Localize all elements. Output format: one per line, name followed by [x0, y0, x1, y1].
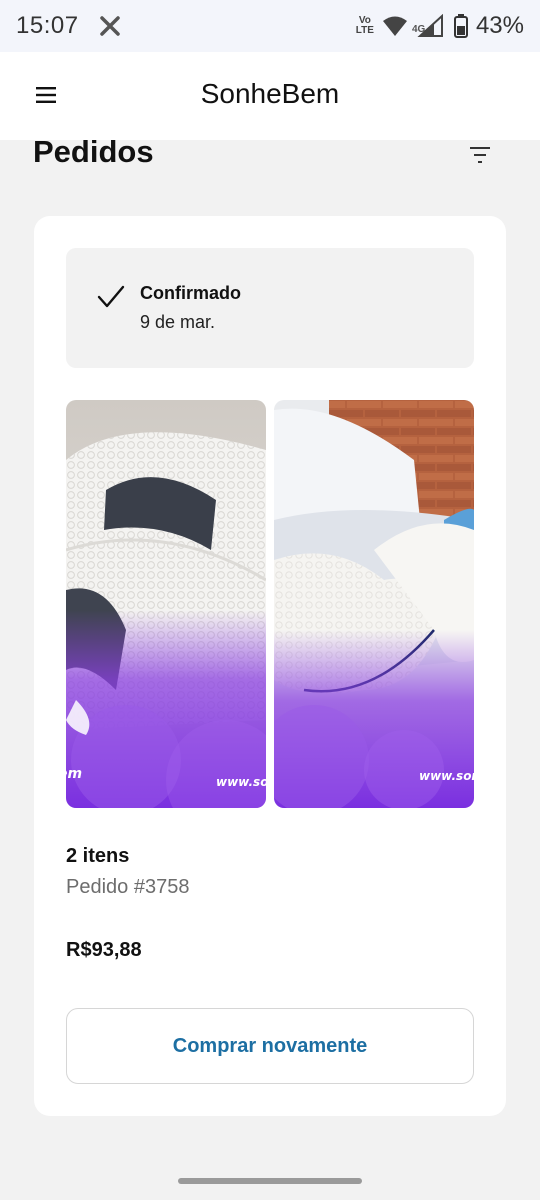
filter-icon[interactable]	[468, 143, 492, 167]
order-total: R$93,88	[66, 939, 142, 961]
product-image-cervical-pillow[interactable]: www.son em	[66, 400, 266, 808]
volte-indicator: Vo LTE	[356, 16, 374, 36]
app-title[interactable]: SonheBem	[0, 78, 540, 110]
status-bar-left: 15:07	[16, 12, 121, 40]
volte-bottom-text: LTE	[355, 25, 374, 36]
app-bar: SonheBem	[0, 52, 540, 140]
page-title: Pedidos	[33, 134, 154, 169]
items-count: 2 itens	[66, 845, 130, 867]
order-status-box: Confirmado 9 de mar.	[66, 248, 474, 368]
status-bar-right: Vo LTE 4G 43%	[356, 12, 524, 40]
status-bar: 15:07 Vo LTE 4G 43%	[0, 0, 540, 52]
order-number: Pedido #3758	[66, 876, 190, 898]
product-image-knee-pillow[interactable]: www.son	[274, 400, 474, 808]
product-image-caption: www.son	[419, 769, 474, 783]
home-indicator[interactable]	[178, 1178, 362, 1184]
x-app-icon	[99, 16, 120, 36]
buy-again-button[interactable]: Comprar novamente	[66, 1008, 474, 1084]
network-type: 4G	[411, 24, 426, 35]
order-status-date: 9 de mar.	[140, 312, 216, 332]
wifi-icon	[382, 16, 407, 36]
battery-icon	[453, 14, 468, 38]
product-image-brand-fragment: em	[66, 766, 82, 782]
checkmark-icon	[97, 285, 125, 308]
battery-percent: 43%	[475, 12, 524, 39]
cervical-pillow-illustration: www.son em	[66, 400, 266, 808]
order-card[interactable]: Confirmado 9 de mar. www.s m www.son 2 i…	[34, 216, 506, 1116]
signal-icon: 4G	[412, 13, 446, 38]
product-image-caption: www.son	[216, 775, 266, 789]
knee-pillow-illustration: www.son	[274, 400, 474, 808]
order-status-label: Confirmado	[140, 283, 241, 303]
status-time: 15:07	[16, 12, 79, 39]
